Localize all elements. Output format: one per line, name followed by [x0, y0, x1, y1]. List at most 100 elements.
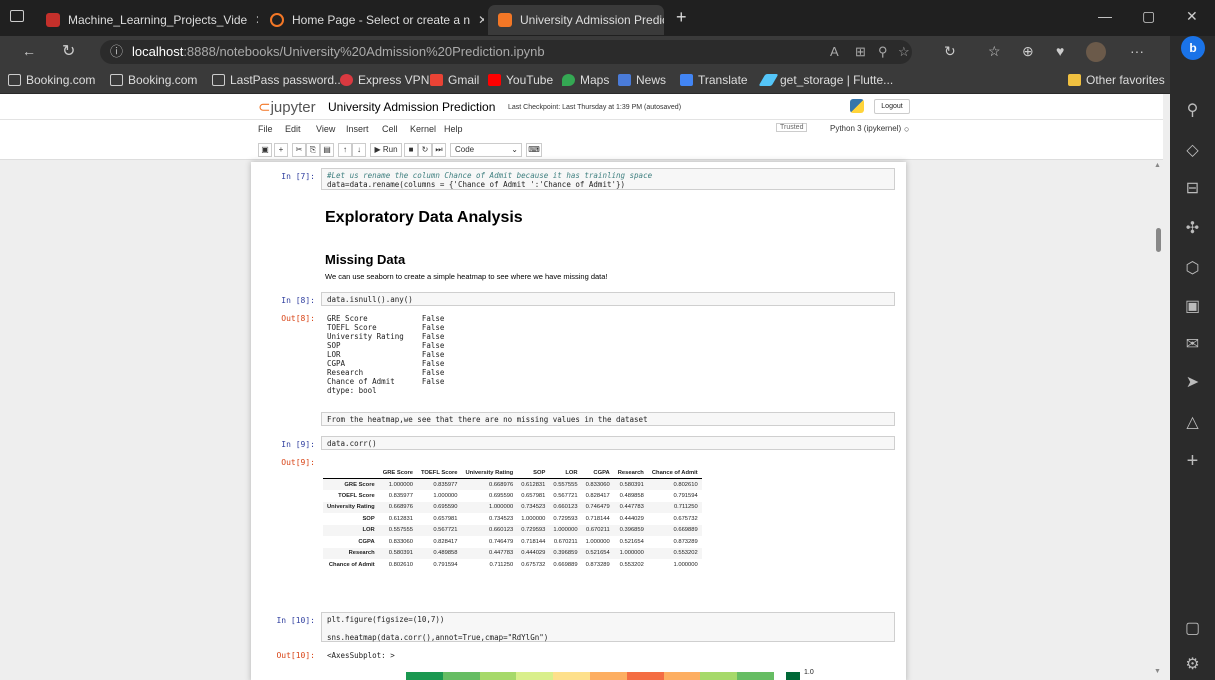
favorite-link[interactable]: LastPass password... [212, 73, 344, 87]
tag-icon[interactable]: ◇ [1170, 140, 1215, 160]
browser-essentials-icon[interactable]: ♥ [1056, 43, 1064, 59]
save-icon[interactable]: ▣ [258, 143, 272, 157]
restore-icon[interactable]: ▢ [1142, 8, 1155, 25]
read-aloud-icon[interactable]: A [830, 40, 839, 64]
close-tab-icon[interactable]: ✕ [470, 13, 484, 27]
interrupt-icon[interactable]: ■ [404, 143, 418, 157]
code-cell[interactable]: data.corr() [321, 436, 895, 450]
more-menu-icon[interactable]: ··· [1130, 43, 1144, 59]
url-field[interactable]: ⓘ localhost:8888/notebooks/University%20… [100, 40, 912, 64]
refresh-icon[interactable]: ↻ [62, 41, 75, 61]
cell-type-select[interactable]: Code ⌄ [450, 143, 522, 157]
browser-tab[interactable]: Home Page - Select or create a n ✕ [262, 5, 484, 35]
favorite-link[interactable]: get_storage | Flutte... [758, 73, 893, 87]
favorite-star-icon[interactable]: ☆ [898, 40, 910, 64]
favorite-link[interactable]: Maps [562, 73, 609, 87]
menu-help[interactable]: Help [444, 124, 463, 134]
new-tab-icon[interactable]: + [676, 7, 687, 28]
menu-cell[interactable]: Cell [382, 124, 398, 134]
code-cell[interactable]: #Let us rename the column Chance of Admi… [321, 168, 895, 190]
favorite-link[interactable]: Express VPN [340, 73, 429, 87]
restart-run-all-icon[interactable]: ⏭ [432, 143, 446, 157]
site-info-icon[interactable]: ⓘ [110, 40, 123, 64]
office-icon[interactable]: ▣ [1170, 296, 1215, 316]
run-button[interactable]: ▶ Run [370, 143, 402, 157]
scroll-down-icon[interactable]: ▼ [1154, 668, 1161, 675]
games-icon[interactable]: ⬡ [1170, 258, 1215, 278]
jupyter-logo[interactable]: ⊂jupyter [258, 98, 316, 116]
move-down-icon[interactable]: ↓ [352, 143, 366, 157]
scroll-thumb[interactable] [1156, 228, 1161, 252]
row-header: CGPA [358, 538, 375, 545]
send-icon[interactable]: ➤ [1170, 372, 1215, 392]
column-header: TOEFL Score [416, 467, 462, 479]
menu-edit[interactable]: Edit [285, 124, 301, 134]
table-cell: 0.675732 [521, 561, 546, 568]
menu-view[interactable]: View [316, 124, 335, 134]
favorite-link[interactable]: YouTube [488, 73, 553, 87]
page-icon [110, 74, 123, 86]
kernel-indicator[interactable]: Python 3 (ipykernel) [830, 124, 901, 133]
favorite-link[interactable]: Gmail [430, 73, 479, 87]
paste-icon[interactable]: ▤ [320, 143, 334, 157]
logout-button[interactable]: Logout [874, 99, 910, 114]
cut-icon[interactable]: ✂ [292, 143, 306, 157]
scroll-up-icon[interactable]: ▲ [1154, 162, 1161, 169]
refresh-extension-icon[interactable]: ↻ [944, 43, 956, 60]
favorite-link[interactable]: Translate [680, 73, 748, 87]
menu-kernel[interactable]: Kernel [410, 124, 436, 134]
shopping-icon[interactable]: ⊟ [1170, 178, 1215, 198]
minimize-icon[interactable]: — [1098, 8, 1112, 24]
back-icon[interactable]: ← [22, 43, 36, 59]
tools-icon[interactable]: ✣ [1170, 218, 1215, 238]
collections-icon[interactable]: ⊕ [1022, 43, 1034, 60]
profile-avatar[interactable] [1086, 42, 1106, 62]
menu-insert[interactable]: Insert [346, 124, 369, 134]
row-header: GRE Score [344, 481, 375, 488]
move-up-icon[interactable]: ↑ [338, 143, 352, 157]
workspaces-icon[interactable] [10, 10, 24, 22]
column-header: University Rating [461, 467, 518, 479]
table-cell: 0.657981 [433, 515, 458, 522]
code-cell[interactable]: data.isnull().any() [321, 292, 895, 306]
jupyter-logo-text: jupyter [270, 99, 316, 116]
output-text: GRE Score False TOEFL Score False Univer… [327, 314, 445, 395]
favorite-link[interactable]: Booking.com [110, 73, 197, 87]
table-cell: 0.802610 [673, 481, 698, 488]
zoom-icon[interactable]: ⚲ [878, 40, 888, 64]
restart-icon[interactable]: ↻ [418, 143, 432, 157]
code-cell[interactable]: plt.figure(figsize=(10,7)) sns.heatmap(d… [321, 612, 895, 642]
favorite-link[interactable]: News [618, 73, 666, 87]
table-cell: 0.447783 [619, 504, 644, 511]
browser-tab[interactable]: Machine_Learning_Projects_Vide ✕ [38, 5, 258, 35]
command-palette-icon[interactable]: ⌨ [526, 143, 542, 157]
search-icon[interactable]: ⚲ [1170, 100, 1215, 120]
trusted-indicator[interactable]: Trusted [776, 123, 808, 132]
raw-cell[interactable]: From the heatmap,we see that there are n… [321, 412, 895, 426]
notebook-title[interactable]: University Admission Prediction [328, 100, 495, 114]
page-scrollbar[interactable]: ▲ ▼ [1153, 160, 1163, 680]
favorite-link[interactable]: Booking.com [8, 73, 95, 87]
gmail-icon [430, 74, 443, 86]
app-available-icon[interactable]: ⊞ [855, 40, 866, 64]
outlook-icon[interactable]: ✉ [1170, 334, 1215, 354]
other-favorites[interactable]: Other favorites [1068, 73, 1165, 87]
add-icon[interactable]: + [1170, 450, 1215, 473]
copy-icon[interactable]: ⎘ [306, 143, 320, 157]
chevron-down-icon: ⌄ [511, 145, 518, 154]
browser-tab-active[interactable]: University Admission Prediction ✕ [488, 5, 664, 35]
bing-chat-icon[interactable]: b [1181, 36, 1205, 60]
close-window-icon[interactable]: ✕ [1186, 8, 1198, 25]
code-line: data=data.rename(columns = {'Chance of A… [327, 180, 626, 189]
table-cell: 0.489858 [619, 492, 644, 499]
close-tab-icon[interactable]: ✕ [247, 13, 258, 27]
table-cell: 0.657981 [521, 492, 546, 499]
column-header: Research [613, 467, 648, 479]
settings-icon[interactable]: ⚙ [1170, 654, 1215, 674]
insert-cell-icon[interactable]: + [274, 143, 288, 157]
favorites-icon[interactable]: ☆ [988, 43, 1001, 60]
drop-icon[interactable]: △ [1170, 412, 1215, 432]
split-screen-icon[interactable]: ▢ [1170, 618, 1215, 638]
favorite-label: Other favorites [1086, 73, 1165, 87]
menu-file[interactable]: File [258, 124, 273, 134]
